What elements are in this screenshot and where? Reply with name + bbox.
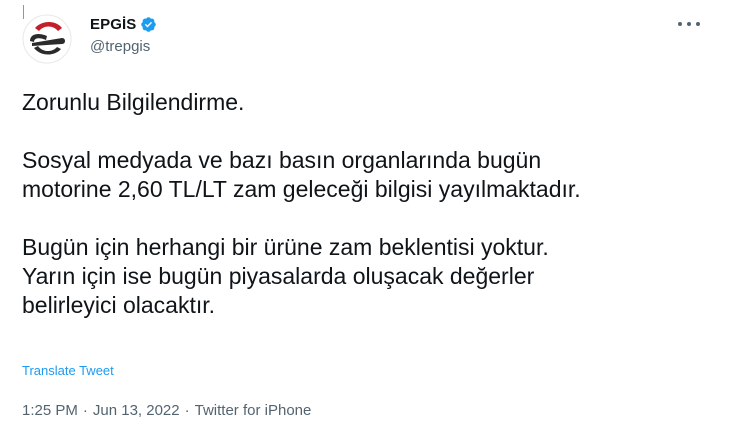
tweet-source[interactable]: Twitter for iPhone (195, 402, 312, 419)
tweet-paragraph: Sosyal medyada ve bazı basın organlarınd… (22, 147, 581, 202)
more-options-icon[interactable] (678, 18, 700, 30)
tweet-meta: 1:25 PM · Jun 13, 2022 · Twitter for iPh… (22, 402, 311, 419)
edge-divider (23, 5, 24, 19)
meta-separator: · (184, 402, 190, 419)
epgis-logo-icon (22, 14, 72, 64)
author-name[interactable]: EPGİS (90, 16, 136, 33)
translate-tweet-link[interactable]: Translate Tweet (22, 363, 114, 378)
verified-badge-icon (141, 16, 157, 32)
tweet-card: EPGİS @trepgis Zorunlu Bilgilendirme. So… (0, 0, 740, 436)
tweet-paragraph: Zorunlu Bilgilendirme. (22, 89, 245, 115)
avatar[interactable] (22, 14, 72, 64)
author-name-row[interactable]: EPGİS (90, 14, 157, 34)
tweet-paragraph: Bugün için herhangi bir ürüne zam beklen… (22, 234, 549, 318)
author-handle[interactable]: @trepgis (90, 38, 150, 55)
tweet-date[interactable]: Jun 13, 2022 (93, 402, 180, 419)
meta-separator: · (82, 402, 88, 419)
tweet-text: Zorunlu Bilgilendirme. Sosyal medyada ve… (22, 88, 712, 320)
tweet-time[interactable]: 1:25 PM (22, 402, 78, 419)
